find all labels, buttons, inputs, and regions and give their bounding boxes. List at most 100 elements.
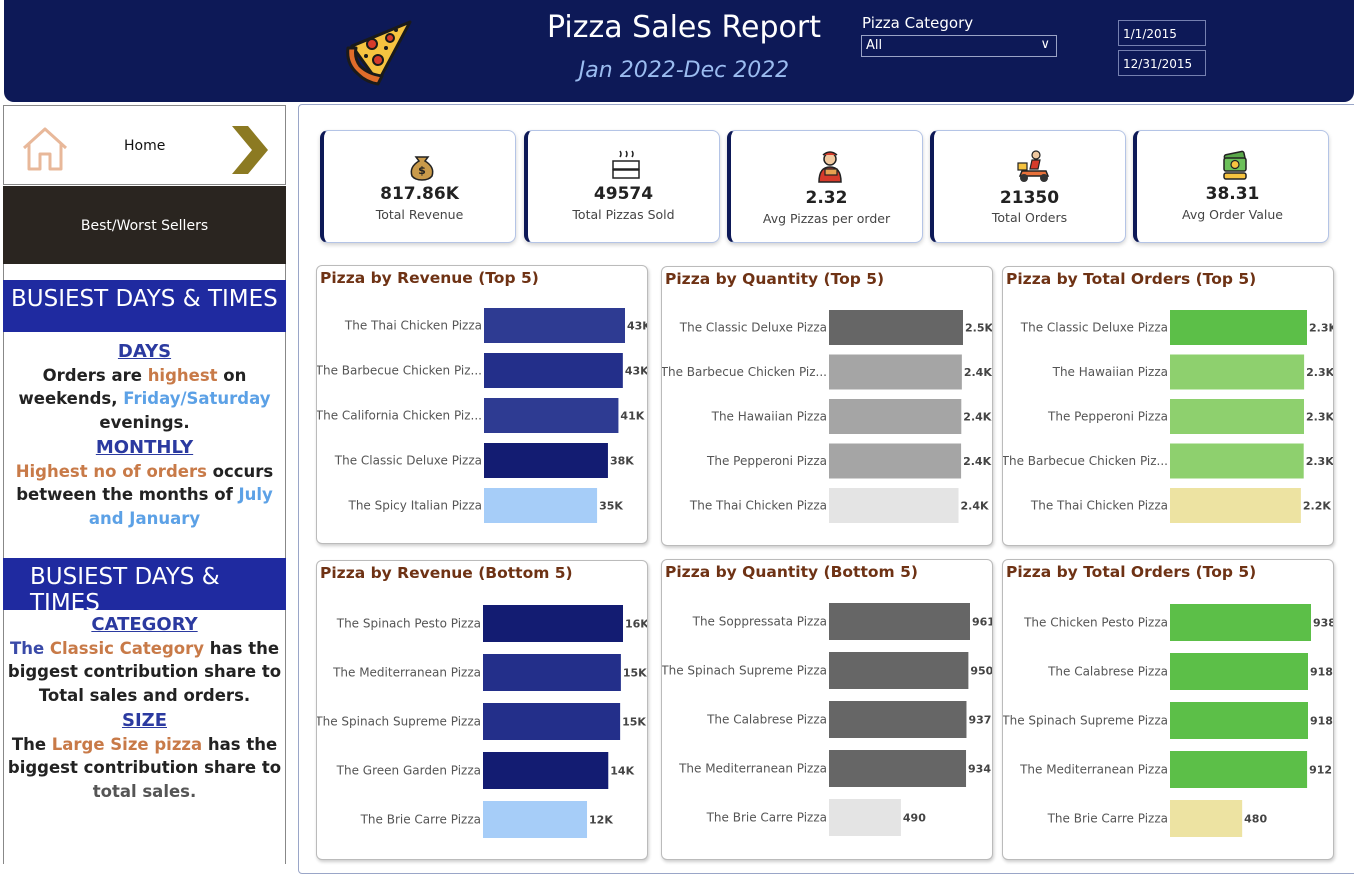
days-title: DAYS (117, 341, 172, 362)
chart-orders-top5: Pizza by Total Orders (Top 5) The Classi… (1002, 266, 1334, 546)
kpi-label: Total Pizzas Sold (572, 207, 675, 222)
data-label: 918 (1310, 666, 1333, 679)
bar[interactable] (829, 354, 962, 390)
category-label: The Brie Carre Pizza (360, 813, 481, 827)
category-label: The Spinach Supreme Pizza (662, 664, 827, 678)
category-dropdown[interactable]: All ∨ (861, 35, 1057, 57)
bar[interactable] (829, 310, 963, 345)
category-insight: CATEGORY The Classic Category has the bi… (4, 613, 285, 803)
category-label: The Hawaiian Pizza (1052, 365, 1168, 379)
category-label: The Chicken Pesto Pizza (1023, 616, 1168, 630)
monthly-text: Highest no of orders occurs between the … (15, 461, 274, 528)
kpi-card-total-pizzas-sold: 49574 Total Pizzas Sold (524, 130, 720, 243)
monthly-title: MONTHLY (95, 437, 194, 458)
data-label: 2.3K (1306, 411, 1334, 424)
bar[interactable] (1170, 702, 1308, 739)
bar[interactable] (484, 398, 619, 433)
category-label: The Green Garden Pizza (336, 764, 481, 778)
home-label: Home (124, 138, 166, 154)
chart-quantity-bottom5: Pizza by Quantity (Bottom 5) The Soppres… (661, 559, 993, 860)
bar[interactable] (483, 703, 621, 740)
bar[interactable] (829, 603, 970, 640)
data-label: 35K (599, 500, 623, 513)
category-label: The Pepperoni Pizza (1047, 410, 1168, 424)
bar[interactable] (483, 801, 588, 838)
kpi-value: 49574 (593, 184, 654, 204)
data-label: 38K (610, 455, 634, 468)
kpi-value: 817.86K (380, 184, 459, 204)
start-date-input[interactable]: 1/1/2015 (1118, 20, 1206, 46)
chart-orders-bottom5: Pizza by Total Orders (Top 5) The Chicke… (1002, 559, 1334, 860)
kpi-label: Total Orders (991, 210, 1068, 225)
bar[interactable] (484, 488, 598, 523)
bar[interactable] (1170, 443, 1304, 479)
data-label: 2.3K (1309, 322, 1334, 335)
data-label: 480 (1244, 813, 1267, 826)
category-label: The Soppressata Pizza (692, 615, 827, 629)
data-label: 2.5K (965, 322, 993, 335)
category-label: The Thai Chicken Pizza (344, 319, 482, 333)
bar[interactable] (829, 750, 967, 787)
chart-plot: The Classic Deluxe Pizza 2.3K The Hawaiian… (1003, 310, 1334, 523)
bar[interactable] (1170, 399, 1304, 434)
data-label: 934 (968, 763, 991, 776)
kpi-card-avg-order-value: 38.31 Avg Order Value (1133, 130, 1329, 243)
data-label: 2.3K (1306, 366, 1334, 379)
data-label: 15K (623, 667, 647, 680)
bar[interactable] (829, 652, 969, 689)
category-label: The Mediterranean Pizza (1019, 763, 1168, 777)
bar[interactable] (829, 799, 901, 836)
bar[interactable] (1170, 354, 1305, 390)
svg-text:$: $ (418, 164, 426, 177)
bar[interactable] (484, 308, 625, 343)
data-label: 2.3K (1306, 455, 1334, 468)
bar[interactable] (1170, 604, 1311, 641)
category-label: The Spinach Pesto Pizza (336, 617, 481, 631)
data-label: 43K (625, 365, 648, 378)
category-filter-label: Pizza Category (862, 14, 974, 32)
data-label: 16K (625, 618, 648, 631)
category-label: The Calabrese Pizza (1047, 665, 1168, 679)
bar[interactable] (483, 752, 609, 789)
data-label: 14K (610, 765, 634, 778)
category-label: The Calabrese Pizza (706, 713, 827, 727)
category-label: The Pepperoni Pizza (706, 454, 827, 468)
bar[interactable] (829, 399, 962, 434)
category-label: The Mediterranean Pizza (332, 666, 481, 680)
bar[interactable] (829, 701, 967, 738)
end-date-input[interactable]: 12/31/2015 (1118, 50, 1206, 76)
chart-plot: The Spinach Pesto Pizza 16K The Mediterran… (317, 605, 648, 838)
delivery-person-icon (813, 149, 847, 187)
bar[interactable] (484, 353, 623, 388)
category-label: The Barbecue Chicken Piz... (1003, 454, 1168, 468)
bar[interactable] (483, 605, 623, 642)
bar[interactable] (484, 443, 608, 478)
delivery-scooter-icon (1016, 149, 1052, 187)
pizza-slice-icon (344, 16, 416, 92)
bar[interactable] (483, 654, 621, 691)
data-label: 2.4K (964, 366, 992, 379)
bar[interactable] (829, 443, 962, 479)
bar[interactable] (829, 488, 959, 523)
bar[interactable] (1170, 751, 1308, 788)
cash-stack-icon (1219, 149, 1251, 185)
category-label: The Classic Deluxe Pizza (679, 321, 827, 335)
kpi-label: Total Revenue (375, 207, 464, 222)
chart-plot: The Thai Chicken Pizza 43K The Barbecue Ch… (317, 308, 648, 523)
bar[interactable] (1170, 310, 1307, 345)
home-nav-button[interactable]: Home (3, 105, 286, 185)
bar[interactable] (1170, 800, 1243, 837)
chart-plot: The Classic Deluxe Pizza 2.5K The Barbecue… (662, 310, 993, 523)
category-label: The Spinach Supreme Pizza (1003, 714, 1168, 728)
data-label: 2.4K (963, 411, 991, 424)
category-label: The Thai Chicken Pizza (1030, 499, 1168, 513)
bar[interactable] (1170, 488, 1301, 523)
section-title-busiest-1: BUSIEST DAYS & TIMES (3, 280, 286, 332)
best-worst-sellers-button[interactable]: Best/Worst Sellers (3, 186, 286, 264)
kpi-label: Avg Order Value (1182, 207, 1283, 222)
data-label: 12K (589, 814, 613, 827)
data-label: 15K (622, 716, 646, 729)
chart-plot: The Soppressata Pizza 961 The Spinach Supr… (662, 603, 992, 836)
bar[interactable] (1170, 653, 1308, 690)
category-title: CATEGORY (91, 614, 198, 635)
